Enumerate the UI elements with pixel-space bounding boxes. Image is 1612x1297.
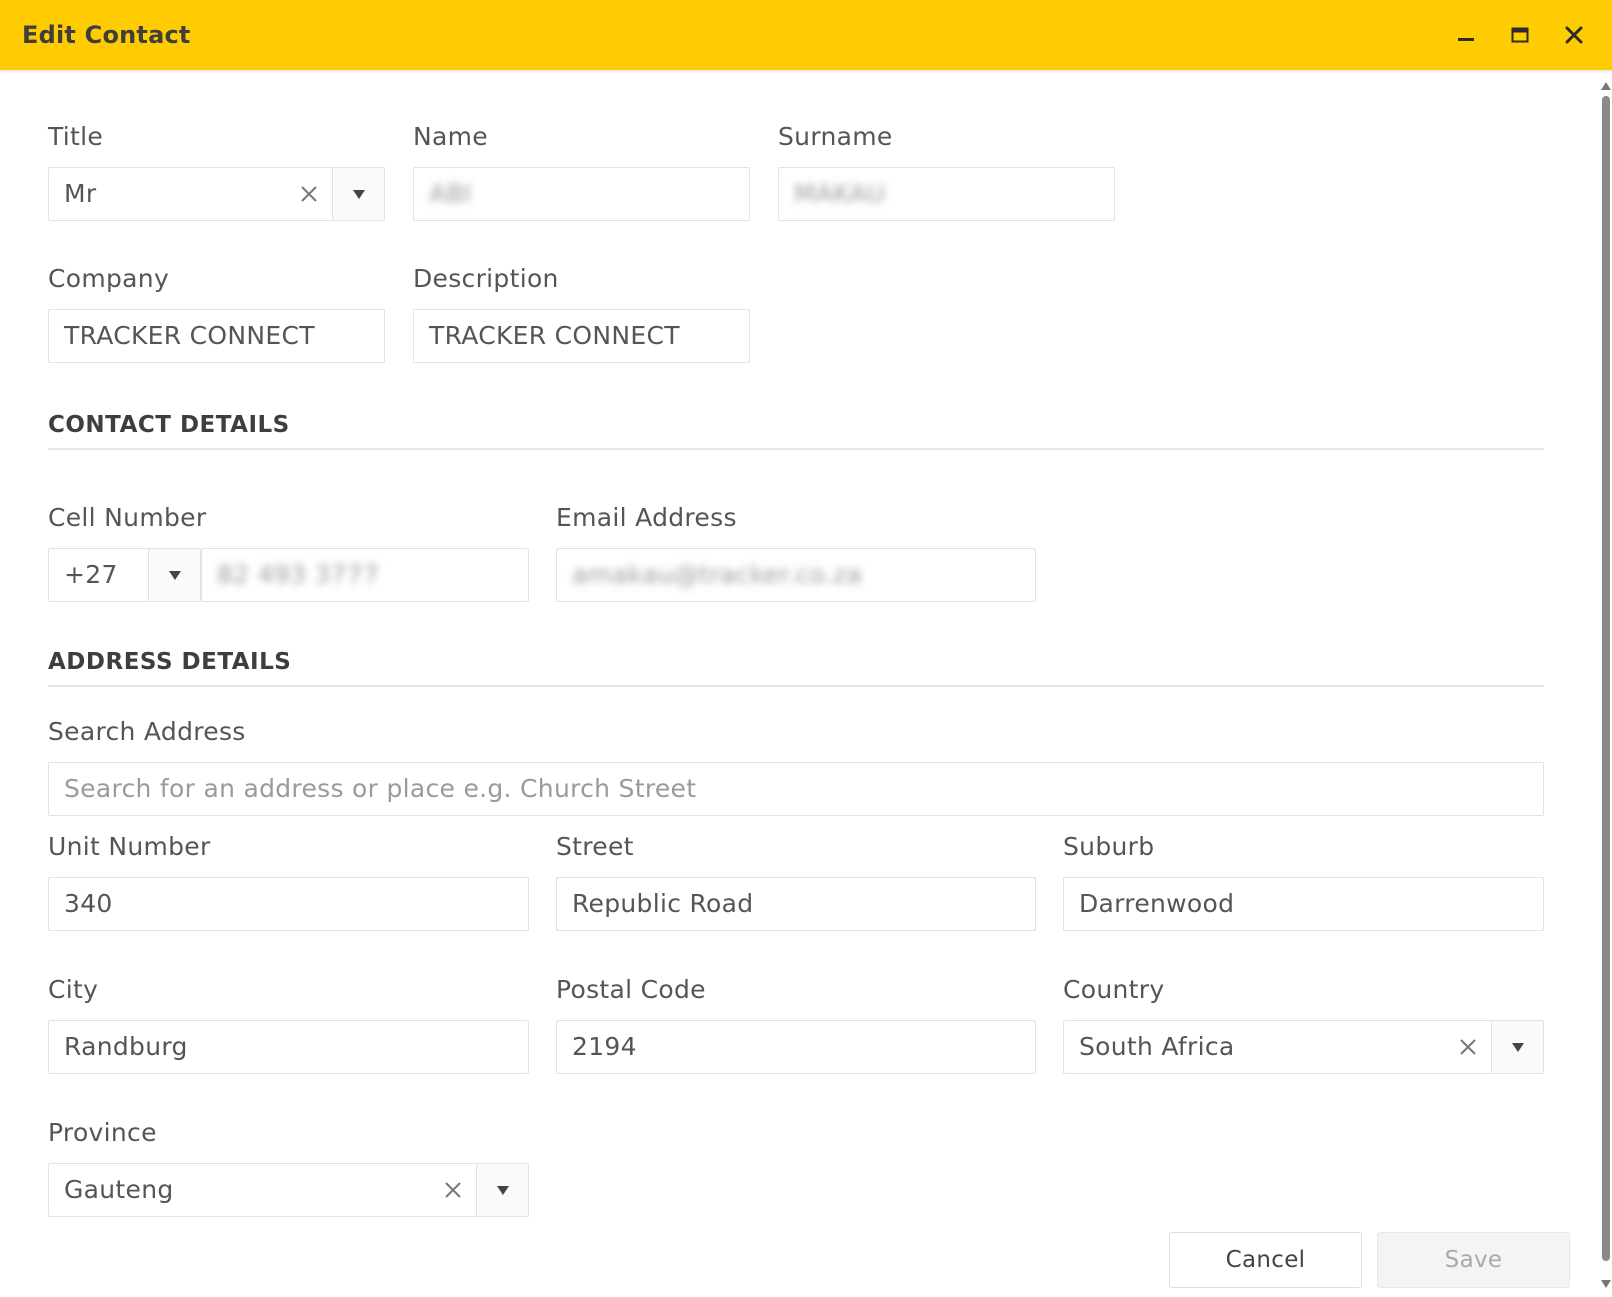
description-label: Description [413,264,559,293]
clear-icon[interactable] [294,168,324,220]
close-icon[interactable] [1558,19,1590,51]
window-title: Edit Contact [22,21,191,49]
company-label: Company [48,264,170,293]
name-field: Name ABI [413,121,750,221]
email-field: Email Address amakau@tracker.co.za [556,502,1036,602]
window-titlebar: Edit Contact [0,0,1612,70]
scroll-down-arrow-icon[interactable] [1601,1280,1611,1288]
country-select[interactable]: South Africa [1063,1020,1544,1074]
email-input[interactable]: amakau@tracker.co.za [556,548,1036,602]
surname-label: Surname [778,122,893,151]
country-label: Country [1063,975,1165,1004]
search-address-field: Search Address Search for an address or … [48,716,1544,816]
chevron-down-icon [1511,1042,1524,1052]
title-select-value: Mr [64,179,97,208]
city-label: City [48,975,99,1004]
cell-number-label: Cell Number [48,503,207,532]
minimize-icon[interactable] [1450,19,1482,51]
chevron-down-icon [352,189,365,199]
cell-number-field: Cell Number +27 82 493 3777 [48,502,529,602]
surname-field: Surname MAKAU [778,121,1115,221]
name-label: Name [413,122,488,151]
province-label: Province [48,1118,157,1147]
province-select[interactable]: Gauteng [48,1163,529,1217]
chevron-down-icon [168,570,181,580]
contact-details-heading: CONTACT DETAILS [48,412,290,438]
title-field: Title Mr [48,121,385,221]
search-address-label: Search Address [48,717,246,746]
province-dropdown-toggle[interactable] [476,1164,528,1216]
description-input[interactable]: TRACKER CONNECT [413,309,750,363]
country-code-select[interactable]: +27 [48,548,201,602]
address-details-heading: ADDRESS DETAILS [48,649,292,675]
postal-code-field: Postal Code 2194 [556,974,1036,1074]
country-code-dropdown-toggle[interactable] [148,549,200,601]
suburb-input[interactable]: Darrenwood [1063,877,1544,931]
postal-code-label: Postal Code [556,975,706,1004]
surname-input-value: MAKAU [794,179,886,208]
company-field: Company TRACKER CONNECT [48,263,385,363]
search-address-input[interactable]: Search for an address or place e.g. Chur… [48,762,1544,816]
chevron-down-icon [496,1185,509,1195]
province-select-value: Gauteng [64,1175,174,1204]
address-divider [48,685,1544,687]
company-input[interactable]: TRACKER CONNECT [48,309,385,363]
unit-number-input[interactable]: 340 [48,877,529,931]
country-select-value: South Africa [1079,1032,1235,1061]
surname-input[interactable]: MAKAU [778,167,1115,221]
clear-icon[interactable] [1453,1021,1483,1073]
scroll-up-arrow-icon[interactable] [1601,82,1611,90]
country-field: Country South Africa [1063,974,1544,1074]
unit-number-label: Unit Number [48,832,211,861]
country-dropdown-toggle[interactable] [1491,1021,1543,1073]
description-field: Description TRACKER CONNECT [413,263,750,363]
cancel-button[interactable]: Cancel [1169,1232,1362,1288]
suburb-field: Suburb Darrenwood [1063,831,1544,931]
unit-number-field: Unit Number 340 [48,831,529,931]
cell-number-input[interactable]: 82 493 3777 [201,548,529,602]
cell-number-value: 82 493 3777 [217,560,380,589]
clear-icon[interactable] [438,1164,468,1216]
email-input-value: amakau@tracker.co.za [572,560,863,589]
street-field: Street Republic Road [556,831,1036,931]
name-input-value: ABI [429,179,472,208]
title-label: Title [48,122,104,151]
name-input[interactable]: ABI [413,167,750,221]
email-label: Email Address [556,503,737,532]
province-field: Province Gauteng [48,1117,529,1217]
street-label: Street [556,832,634,861]
maximize-icon[interactable] [1504,19,1536,51]
country-code-value: +27 [64,560,118,589]
title-select[interactable]: Mr [48,167,385,221]
city-input[interactable]: Randburg [48,1020,529,1074]
title-dropdown-toggle[interactable] [332,168,384,220]
street-input[interactable]: Republic Road [556,877,1036,931]
postal-code-input[interactable]: 2194 [556,1020,1036,1074]
contact-divider [48,448,1544,450]
suburb-label: Suburb [1063,832,1155,861]
scrollbar-thumb[interactable] [1602,96,1610,1261]
city-field: City Randburg [48,974,529,1074]
save-button[interactable]: Save [1377,1232,1570,1288]
vertical-scrollbar[interactable] [1600,82,1612,1297]
